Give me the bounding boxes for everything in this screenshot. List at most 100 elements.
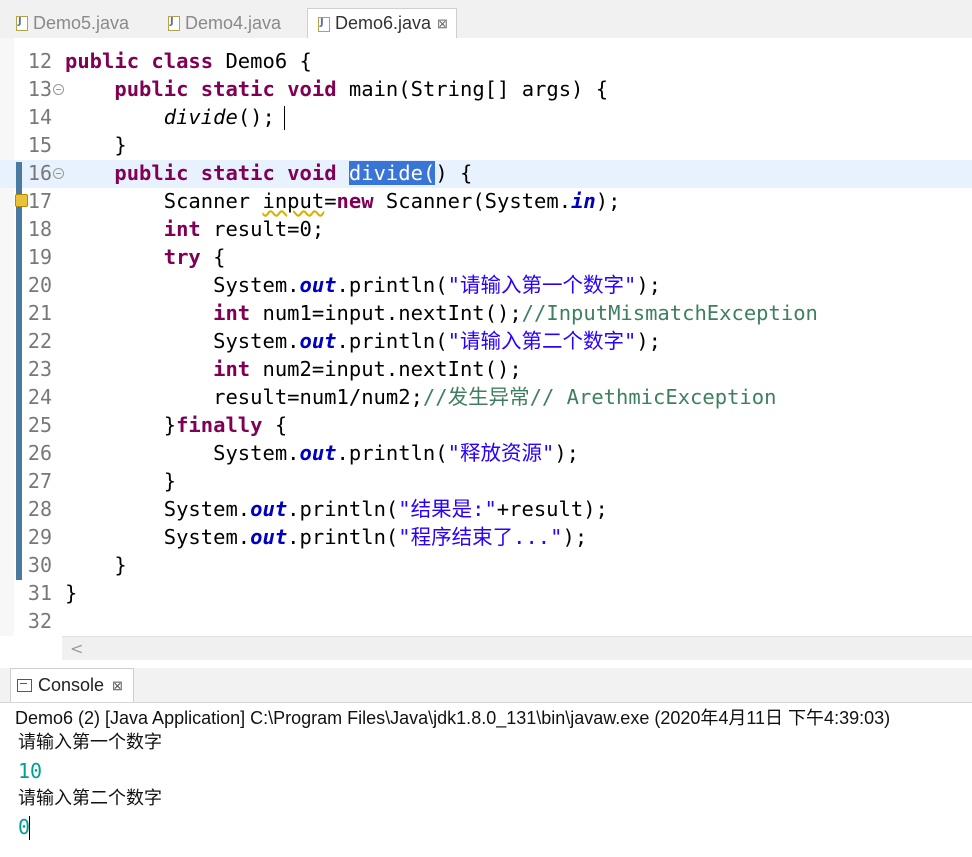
code-line[interactable]: 17 Scanner input=new Scanner(System.in); bbox=[0, 187, 972, 215]
code-line[interactable]: 25 }finally { bbox=[0, 411, 972, 439]
code-text: System.out.println("请输入第一个数字"); bbox=[65, 271, 661, 299]
code-line[interactable]: 31} bbox=[0, 579, 972, 607]
code-token: divide bbox=[163, 105, 238, 129]
code-text: int num1=input.nextInt();//InputMismatch… bbox=[65, 299, 818, 327]
code-line[interactable]: 15 } bbox=[0, 131, 972, 159]
code-token: "请输入第一个数字" bbox=[447, 273, 637, 297]
console-output-line: 请输入第一个数字 bbox=[18, 732, 162, 753]
code-token: //发生异常// ArethmicException bbox=[422, 385, 777, 409]
code-line[interactable]: 12 public class Demo6 { bbox=[0, 47, 972, 75]
close-tab-icon[interactable]: ⊠ bbox=[437, 16, 448, 32]
code-token: class bbox=[151, 49, 214, 73]
code-line[interactable]: 16− public static void divide() { bbox=[0, 159, 972, 187]
tab-console[interactable]: Console ⊠ bbox=[10, 668, 134, 702]
line-number: 12 bbox=[27, 49, 52, 73]
code-line[interactable]: 14 divide(); bbox=[0, 103, 972, 131]
code-token: num1=input.nextInt(); bbox=[250, 301, 522, 325]
code-token: ); bbox=[554, 441, 579, 465]
code-token: int bbox=[213, 357, 251, 381]
line-number: 23 bbox=[27, 357, 52, 381]
code-token: out bbox=[250, 525, 288, 549]
code-line[interactable]: 28 System.out.println("结果是:"+result); bbox=[0, 495, 972, 523]
line-number: 25 bbox=[27, 413, 52, 437]
code-token: public bbox=[114, 161, 189, 185]
code-text: System.out.println("结果是:"+result); bbox=[65, 495, 608, 523]
code-token: { bbox=[200, 245, 226, 269]
code-text: public static void main(String[] args) { bbox=[65, 75, 608, 103]
code-token: System. bbox=[65, 497, 251, 521]
line-number: 28 bbox=[27, 497, 52, 521]
code-text: } bbox=[65, 579, 77, 607]
code-line[interactable]: 19 try { bbox=[0, 243, 972, 271]
line-number: 16 bbox=[27, 161, 52, 185]
scroll-left-arrow-icon[interactable]: < bbox=[70, 639, 83, 658]
line-number: 18 bbox=[27, 217, 52, 241]
code-line[interactable]: 27 } bbox=[0, 467, 972, 495]
code-token: int bbox=[213, 301, 251, 325]
code-token: = bbox=[324, 189, 337, 213]
line-number: 26 bbox=[27, 441, 52, 465]
code-line[interactable]: 23 int num2=input.nextInt(); bbox=[0, 355, 972, 383]
code-line[interactable]: 22 System.out.println("请输入第二个数字"); bbox=[0, 327, 972, 355]
code-token: } bbox=[65, 133, 127, 157]
code-token: (); bbox=[237, 105, 275, 129]
code-token: num2=input.nextInt(); bbox=[250, 357, 522, 381]
tab-demo5-java[interactable]: Demo5.java bbox=[14, 8, 129, 38]
console-tab-bar: Console ⊠ bbox=[0, 668, 972, 703]
tab-demo6-java[interactable]: Demo6.java ⊠ bbox=[307, 8, 457, 38]
text-caret bbox=[284, 106, 285, 130]
code-token: "释放资源" bbox=[447, 441, 555, 465]
code-line[interactable]: 26 System.out.println("释放资源"); bbox=[0, 439, 972, 467]
code-token: //InputMismatchException bbox=[521, 301, 818, 325]
code-text: int result=0; bbox=[65, 215, 324, 243]
code-line[interactable]: 21 int num1=input.nextInt();//InputMisma… bbox=[0, 299, 972, 327]
fold-toggle-icon[interactable]: − bbox=[53, 168, 64, 179]
line-number: 22 bbox=[27, 329, 52, 353]
code-token: { bbox=[262, 413, 288, 437]
line-number: 27 bbox=[27, 469, 52, 493]
tab-demo4-java[interactable]: Demo4.java bbox=[166, 8, 281, 38]
fold-toggle-icon[interactable]: − bbox=[53, 84, 64, 95]
console-tab-label: Console bbox=[38, 675, 105, 695]
line-number: 14 bbox=[27, 105, 52, 129]
code-token: result=num1/num2; bbox=[65, 385, 423, 409]
code-token: "请输入第二个数字" bbox=[447, 329, 637, 353]
code-line[interactable]: 18 int result=0; bbox=[0, 215, 972, 243]
code-text: }finally { bbox=[65, 411, 287, 439]
code-text: try { bbox=[65, 243, 226, 271]
code-line[interactable]: 30 } bbox=[0, 551, 972, 579]
code-line[interactable]: 13− public static void main(String[] arg… bbox=[0, 75, 972, 103]
code-token: public bbox=[65, 49, 140, 73]
close-console-icon[interactable]: ⊠ bbox=[112, 678, 123, 694]
code-token: .println( bbox=[287, 497, 399, 521]
tab-label: Demo6.java bbox=[335, 13, 432, 33]
code-token: Demo6 { bbox=[213, 49, 312, 73]
code-text: public class Demo6 { bbox=[65, 47, 312, 75]
code-token: void bbox=[287, 77, 337, 101]
line-number: 15 bbox=[27, 133, 52, 157]
code-token: .println( bbox=[336, 329, 448, 353]
code-token: static bbox=[200, 161, 275, 185]
code-token: ); bbox=[636, 273, 661, 297]
code-line[interactable]: 24 result=num1/num2;//发生异常// ArethmicExc… bbox=[0, 383, 972, 411]
view-divider bbox=[0, 660, 972, 668]
code-token: "结果是:" bbox=[398, 497, 497, 521]
console-icon bbox=[17, 679, 32, 692]
console-caret bbox=[29, 816, 30, 840]
code-token: Scanner bbox=[65, 189, 263, 213]
line-number: 21 bbox=[27, 301, 52, 325]
horizontal-scrollbar[interactable]: < bbox=[62, 636, 972, 661]
console-output-line: 请输入第二个数字 bbox=[18, 788, 162, 809]
code-token: input bbox=[262, 189, 325, 213]
code-token: ); bbox=[636, 329, 661, 353]
code-line[interactable]: 32 bbox=[0, 607, 972, 635]
code-text: System.out.println("程序结束了..."); bbox=[65, 523, 587, 551]
code-line[interactable]: 29 System.out.println("程序结束了..."); bbox=[0, 523, 972, 551]
code-token: .println( bbox=[336, 273, 448, 297]
code-text: Scanner input=new Scanner(System.in); bbox=[65, 187, 621, 215]
code-line[interactable]: 20 System.out.println("请输入第一个数字"); bbox=[0, 271, 972, 299]
